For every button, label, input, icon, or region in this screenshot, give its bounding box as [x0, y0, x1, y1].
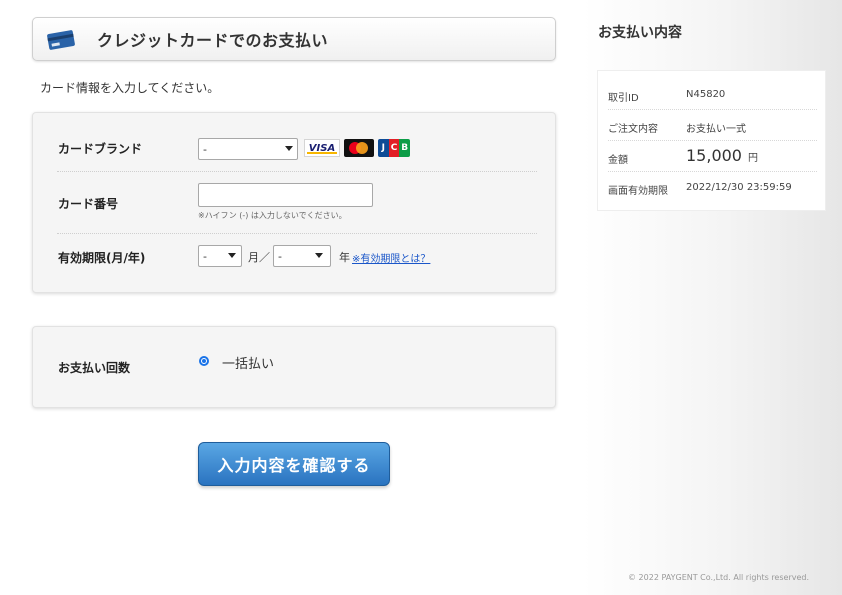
lump-sum-radio[interactable]	[199, 356, 209, 366]
card-brand-label: カードブランド	[58, 142, 143, 156]
summary-box: 取引ID N45820 ご注文内容 お支払い一式 金額 15,000 円 画面有効…	[597, 70, 826, 211]
page-title: クレジットカードでのお支払い	[97, 31, 329, 50]
chevron-down-icon	[315, 253, 323, 258]
visa-logo: VISA	[304, 139, 340, 157]
expiry-label: 有効期限(月/年)	[58, 251, 146, 265]
card-number-hint: ※ハイフン (-) は入力しないでください。	[198, 211, 347, 220]
expiry-help-link[interactable]: ※有効期限とは？	[352, 250, 430, 265]
summary-row-amount: 金額 15,000 円	[608, 141, 817, 172]
divider	[57, 233, 537, 234]
confirm-button[interactable]: 入力内容を確認する	[198, 442, 390, 486]
summary-row-order: ご注文内容 お支払い一式	[608, 110, 817, 141]
summary-label: 画面有効期限	[608, 186, 668, 197]
mastercard-logo	[344, 139, 374, 157]
chevron-down-icon	[228, 253, 236, 258]
instructions-text: カード情報を入力してください。	[40, 81, 220, 95]
summary-label: ご注文内容	[608, 124, 658, 135]
lump-sum-radio-label[interactable]: 一括払い	[222, 353, 274, 372]
summary-value: 2022/12/30 23:59:59	[686, 182, 792, 193]
copyright-text: © 2022 PAYGENT Co.,Ltd. All rights reser…	[628, 573, 810, 582]
month-unit: 月／	[248, 251, 270, 264]
jcb-logo: JCB	[378, 139, 410, 157]
summary-row-transaction-id: 取引ID N45820	[608, 79, 817, 110]
year-unit: 年	[339, 251, 350, 264]
summary-label: 金額	[608, 155, 628, 166]
credit-card-icon	[47, 28, 77, 50]
summary-value: N45820	[686, 89, 726, 100]
card-brand-select[interactable]: -	[198, 138, 298, 160]
summary-value: お支払い一式	[686, 124, 746, 135]
summary-amount: 15,000 円	[686, 146, 758, 165]
chevron-down-icon	[285, 146, 293, 151]
card-number-input[interactable]	[198, 183, 373, 207]
summary-row-expiry: 画面有効期限 2022/12/30 23:59:59	[608, 172, 817, 203]
installments-label: お支払い回数	[58, 361, 131, 375]
summary-label: 取引ID	[608, 93, 639, 104]
card-number-label: カード番号	[58, 197, 119, 211]
summary-title: お支払い内容	[598, 25, 682, 41]
divider	[57, 171, 537, 172]
card-brand-logos: VISA JCB	[304, 138, 410, 158]
page-header: クレジットカードでのお支払い	[32, 17, 556, 61]
